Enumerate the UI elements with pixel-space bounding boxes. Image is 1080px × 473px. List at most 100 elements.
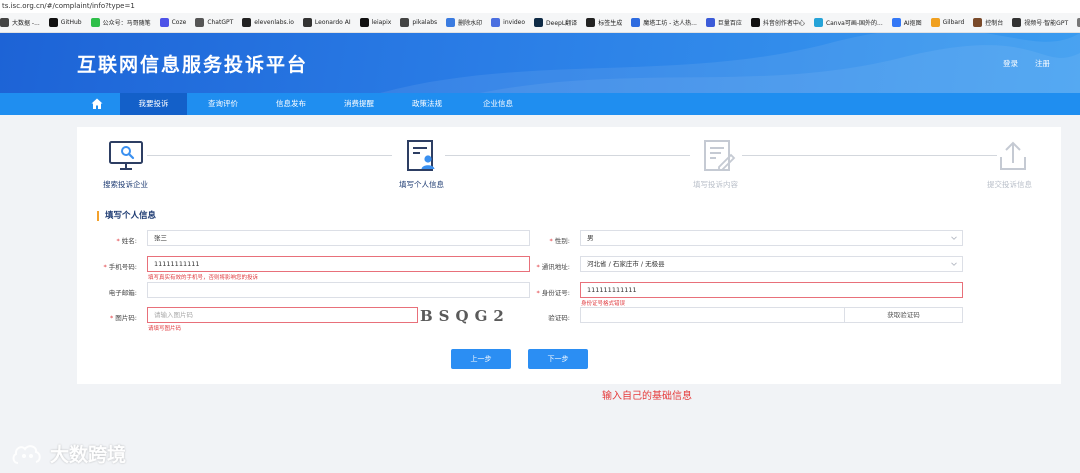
watermark: 大数跨境 — [10, 440, 126, 467]
bookmark-item[interactable]: 控制台 — [973, 18, 1003, 27]
bookmark-label: AI抠图 — [903, 20, 922, 27]
bookmark-label: 控制台 — [985, 20, 1004, 27]
bookmark-item[interactable]: 删除水印 — [446, 18, 482, 27]
home-icon[interactable] — [90, 97, 104, 111]
watermark-text: 大数跨境 — [50, 444, 127, 466]
bookmark-favicon-icon — [0, 18, 9, 27]
step-label-search: 搜索投诉企业 — [103, 180, 148, 189]
bookmark-favicon-icon — [359, 18, 369, 27]
bookmark-favicon-icon — [400, 18, 410, 27]
bookmark-item[interactable]: 巨量百应 — [705, 18, 742, 27]
phone-label: * 手机号码: — [103, 263, 137, 271]
bookmark-label: leiapix — [371, 19, 392, 26]
address-bar[interactable]: ts.isc.org.cn/#/complaint/info?type=1 — [0, 0, 1080, 13]
bookmark-label: 魔塔工坊 - 达人热... — [643, 20, 697, 27]
bookmark-favicon-icon — [973, 18, 983, 27]
bookmark-favicon-icon — [1012, 18, 1022, 27]
bookmark-label: elevenlabs.io — [254, 19, 294, 26]
register-link[interactable]: 注册 — [1035, 58, 1050, 69]
bookmark-label: Leonardo AI — [314, 19, 351, 26]
bookmark-label: Canva可画-国外的... — [825, 20, 883, 27]
name-label: * 姓名: — [116, 237, 137, 245]
step-label-personal-info: 填写个人信息 — [399, 180, 444, 189]
document-edit-icon — [704, 140, 736, 171]
bookmark-item[interactable]: pikalabs — [400, 18, 437, 27]
site-title: 互联网信息服务投诉平台 — [77, 54, 309, 76]
bookmark-item[interactable]: Canva可画-国外的... — [813, 18, 883, 27]
step-connector — [445, 155, 690, 156]
prev-step-button[interactable]: 上一步 — [451, 349, 511, 369]
document-user-icon — [407, 140, 435, 171]
bookmark-favicon-icon — [930, 18, 940, 27]
next-step-button[interactable]: 下一步 — [528, 349, 588, 369]
bookmark-item[interactable]: 魔塔工坊 - 达人热... — [631, 18, 697, 27]
bookmark-favicon-icon — [534, 18, 544, 27]
phone-input[interactable]: 11111111111 — [147, 256, 530, 272]
bookmark-item[interactable]: elevenlabs.io — [242, 18, 294, 27]
bookmark-item[interactable]: DeepL翻译 — [534, 18, 577, 27]
bookmark-label: 大数据 -... — [12, 20, 40, 27]
nav-item-query[interactable]: 查询评价 — [194, 93, 252, 115]
image-code-input[interactable]: 请输入图片码 — [147, 307, 418, 323]
bookmark-favicon-icon — [48, 18, 58, 27]
bookmark-item[interactable]: ChatGPT — [195, 18, 233, 27]
bookmark-item[interactable]: 抖音创作者中心 — [750, 18, 805, 27]
step-connector — [147, 155, 392, 156]
name-input[interactable]: 张三 — [147, 230, 530, 246]
bookmark-label: ChatGPT — [207, 19, 234, 26]
email-label: 电子邮箱: — [108, 289, 137, 297]
sms-code-label: 验证码: — [548, 314, 570, 322]
address-label: * 通讯地址: — [536, 263, 570, 271]
bookmark-item[interactable]: Gilbard — [930, 18, 965, 27]
bookmark-item[interactable]: 公众号：马哥随笔 — [90, 18, 151, 27]
bookmark-item[interactable]: Coze — [159, 18, 186, 27]
bookmark-item[interactable]: 大数据 -... — [0, 18, 40, 27]
id-number-error: 身份证号格式错误 — [581, 301, 626, 307]
annotation-text: 输入自己的基础信息 — [602, 391, 692, 402]
gender-select[interactable]: 男 — [580, 230, 963, 246]
get-sms-code-button[interactable]: 获取验证码 — [844, 307, 963, 323]
id-number-label: * 身份证号: — [536, 289, 570, 297]
bookmark-favicon-icon — [813, 18, 823, 27]
nav-item-policy[interactable]: 政策法规 — [398, 93, 456, 115]
bookmark-favicon-icon — [242, 18, 252, 27]
nav-item-enterprise[interactable]: 企业信息 — [468, 93, 528, 115]
bookmark-item[interactable]: invideo — [491, 18, 525, 27]
bookmark-item[interactable]: GitHub — [48, 18, 82, 27]
nav-item-publish[interactable]: 信息发布 — [262, 93, 320, 115]
chevron-down-icon — [951, 236, 957, 240]
bookmark-label: Gilbard — [942, 19, 965, 26]
nav-item-complaint[interactable]: 我要投诉 — [120, 93, 187, 115]
bookmark-item[interactable]: 标签生成 — [586, 18, 622, 27]
bookmark-label: 视频号·智能GPT — [1024, 20, 1069, 27]
address-cascader[interactable]: 河北省 / 石家庄市 / 无极县 — [580, 256, 963, 272]
main-nav: 我要投诉 查询评价 信息发布 消费提醒 政策法规 企业信息 — [0, 93, 1080, 115]
nav-item-consumer-alert[interactable]: 消费提醒 — [330, 93, 388, 115]
bookmark-favicon-icon — [446, 18, 456, 27]
bookmarks-bar: 大数据 -... GitHub 公众号：马哥随笔 Coze ChatGPT elevenl… — [0, 13, 1080, 33]
sms-code-input[interactable] — [580, 307, 845, 323]
bookmark-label: 删除水印 — [458, 20, 483, 27]
bookmark-item[interactable]: Leonardo AI — [302, 18, 351, 27]
bookmark-favicon-icon — [90, 18, 100, 27]
monitor-search-icon — [109, 141, 143, 170]
bookmark-item[interactable]: AI抠图 — [891, 18, 922, 27]
bookmark-label: 巨量百应 — [717, 20, 742, 27]
email-input[interactable] — [147, 282, 530, 298]
bookmark-label: DeepL翻译 — [546, 20, 578, 27]
id-number-input[interactable]: 111111111111 — [580, 282, 963, 298]
bookmark-favicon-icon — [891, 18, 901, 27]
bookmark-label: 抖音创作者中心 — [762, 20, 805, 27]
phone-error: 填写真实有效的手机号，否则将影响您的投诉 — [148, 275, 259, 281]
bookmark-item[interactable]: leiapix — [359, 18, 392, 27]
bookmark-favicon-icon — [705, 18, 715, 27]
bookmark-favicon-icon — [750, 18, 760, 27]
bookmark-item[interactable]: 视频号·智能GPT — [1012, 18, 1068, 27]
bookmark-favicon-icon — [195, 18, 205, 27]
login-link[interactable]: 登录 — [1003, 58, 1018, 69]
bookmark-label: GitHub — [60, 19, 82, 26]
bookmark-favicon-icon — [491, 18, 501, 27]
watermark-logo-icon — [12, 444, 41, 464]
site-header: 互联网信息服务投诉平台 登录 注册 — [0, 33, 1080, 93]
chevron-down-icon — [951, 262, 957, 266]
